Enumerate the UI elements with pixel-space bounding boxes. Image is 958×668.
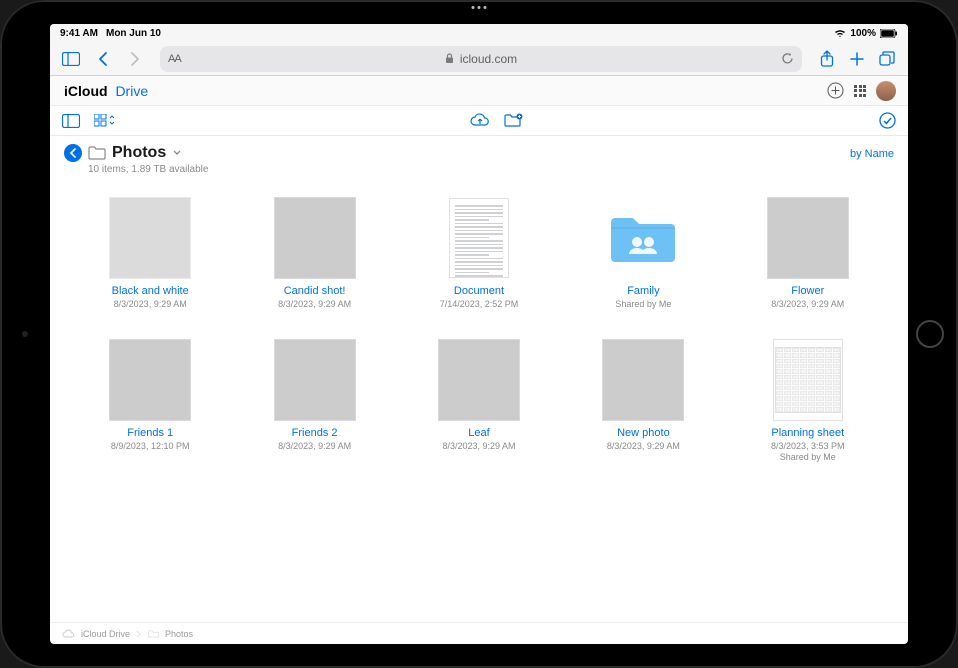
file-meta: Shared by Me [615,299,671,311]
brand-drive: Drive [115,83,148,99]
file-item[interactable]: Candid shot! 8/3/2023, 9:29 AM [242,197,386,311]
breadcrumb: iCloud Drive Photos [50,622,908,644]
file-meta: 8/3/2023, 9:29 AM [442,441,515,453]
file-name: Friends 2 [292,427,338,439]
file-meta: 8/3/2023, 9:29 AM [771,299,844,311]
file-grid: Black and white8/3/2023, 9:29 AMCandid s… [78,197,880,462]
tabs-button[interactable] [874,46,900,72]
account-avatar[interactable] [876,81,896,101]
status-bar: 9:41 AM Mon Jun 10 100% [50,24,908,42]
nav-back-button[interactable] [64,144,82,162]
battery-percent: 100% [850,28,876,39]
file-name: Family [627,285,659,297]
photo-thumbnail [109,339,191,421]
brand-icloud: iCloud [64,83,108,99]
home-button[interactable] [916,320,944,348]
file-grid-container[interactable]: Black and white8/3/2023, 9:29 AMCandid s… [50,179,908,622]
chevron-down-icon[interactable] [172,149,182,157]
location-row: Photos 10 items, 1.89 TB available by Na… [50,136,908,179]
file-item[interactable]: Family Shared by Me [571,197,715,311]
file-meta: 8/3/2023, 9:29 AM [607,441,680,453]
file-meta: 8/3/2023, 3:53 PM [771,441,845,453]
select-button[interactable] [879,112,896,129]
sheet-thumbnail [767,339,849,421]
screen: 9:41 AM Mon Jun 10 100% [50,24,908,644]
file-name: Leaf [468,427,489,439]
forward-button [122,46,148,72]
folder-icon [88,146,106,160]
file-item[interactable]: Flower 8/3/2023, 9:29 AM [736,197,880,311]
status-time: 9:41 AM [60,28,98,39]
panel-toggle-button[interactable] [62,114,80,128]
file-item[interactable]: Planning sheet 8/3/2023, 3:53 PMShared by… [736,339,880,463]
file-item[interactable]: Document 7/14/2023, 2:52 PM [407,197,551,311]
file-name: Planning sheet [771,427,844,439]
breadcrumb-root[interactable]: iCloud Drive [81,629,130,639]
drive-toolbar [50,106,908,136]
folder-status: 10 items, 1.89 TB available [88,164,208,175]
file-name: Document [454,285,504,297]
lock-icon [445,53,454,64]
file-item[interactable]: New photo 8/3/2023, 9:29 AM [571,339,715,463]
file-name: Flower [791,285,824,297]
file-meta: 8/3/2023, 9:29 AM [278,299,351,311]
doc-thumbnail [438,197,520,279]
safari-toolbar: AA icloud.com [50,42,908,76]
photo-thumbnail [602,339,684,421]
address-bar[interactable]: AA icloud.com [160,46,802,72]
chevron-right-icon [136,630,142,638]
file-name: Black and white [112,285,189,297]
url-host: icloud.com [460,52,517,66]
sidebar-toggle-button[interactable] [58,46,84,72]
icloud-header: iCloud Drive [50,76,908,106]
file-name: Candid shot! [284,285,346,297]
file-name: New photo [617,427,670,439]
file-item[interactable]: Leaf 8/3/2023, 9:29 AM [407,339,551,463]
photo-thumbnail [274,197,356,279]
photo-thumbnail [109,197,191,279]
file-meta: 8/3/2023, 9:29 AM [114,299,187,311]
ipad-device-frame: 9:41 AM Mon Jun 10 100% [0,0,958,668]
folder-mini-icon [148,630,159,638]
folder-thumbnail [602,197,684,279]
wifi-icon [834,28,846,38]
photo-thumbnail [767,197,849,279]
camera-dot [22,331,28,337]
status-date: Mon Jun 10 [106,28,161,39]
file-meta: 7/14/2023, 2:52 PM [440,299,519,311]
reader-icon[interactable]: AA [168,53,181,65]
reload-button[interactable] [781,52,794,65]
file-meta-secondary: Shared by Me [780,452,836,462]
cloud-icon [62,629,75,638]
upload-button[interactable] [470,113,490,128]
sort-button[interactable]: by Name [850,148,894,160]
view-options-button[interactable] [94,114,114,128]
photo-thumbnail [438,339,520,421]
apps-grid-icon[interactable] [854,85,866,97]
file-meta: 8/3/2023, 9:29 AM [278,441,351,453]
breadcrumb-leaf[interactable]: Photos [165,629,193,639]
back-button[interactable] [90,46,116,72]
folder-name[interactable]: Photos [112,144,166,162]
file-item[interactable]: Black and white 8/3/2023, 9:29 AM [78,197,222,311]
file-item[interactable]: Friends 1 8/9/2023, 12:10 PM [78,339,222,463]
photo-thumbnail [274,339,356,421]
file-meta: 8/9/2023, 12:10 PM [111,441,190,453]
share-button[interactable] [814,46,840,72]
new-tab-button[interactable] [844,46,870,72]
file-name: Friends 1 [127,427,173,439]
new-folder-button[interactable] [504,113,524,128]
add-button[interactable] [827,82,844,99]
icloud-brand[interactable]: iCloud Drive [62,83,148,99]
file-item[interactable]: Friends 2 8/3/2023, 9:29 AM [242,339,386,463]
battery-icon [880,29,898,38]
